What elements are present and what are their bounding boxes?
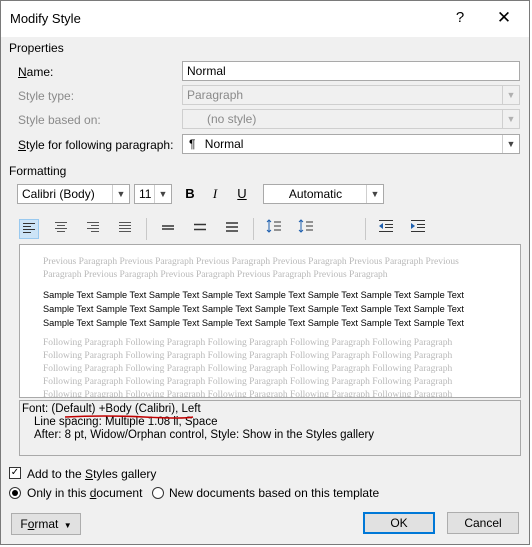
based-on-value: (no style)	[207, 112, 257, 126]
spacing-decrease-icon	[298, 219, 313, 233]
dialog-title: Modify Style	[10, 11, 81, 26]
increase-indent-button[interactable]	[408, 219, 428, 239]
name-label: Name:	[18, 65, 54, 79]
new-documents-radio[interactable]	[152, 487, 164, 499]
chevron-down-icon: ▼	[366, 185, 383, 203]
toolbar-divider	[146, 218, 147, 240]
chevron-down-icon: ▼	[502, 86, 519, 104]
style-preview: Previous Paragraph Previous Paragraph Pr…	[19, 244, 521, 398]
single-spacing-button[interactable]	[158, 219, 178, 239]
outdent-icon	[379, 220, 393, 232]
ok-button[interactable]: OK	[363, 512, 435, 534]
align-left-button[interactable]	[19, 219, 39, 239]
preview-previous-paragraph: Previous Paragraph Previous Paragraph Pr…	[43, 257, 459, 280]
format-menu-button[interactable]: Format ▼	[11, 513, 81, 535]
align-center-button[interactable]	[51, 219, 71, 239]
style-type-value: Paragraph	[187, 88, 244, 102]
title-bar: Modify Style ? ✕	[1, 1, 529, 37]
chevron-down-icon: ▼	[502, 135, 519, 153]
caret-down-icon: ▼	[63, 521, 72, 530]
font-size-value: 11	[139, 187, 152, 201]
close-button[interactable]: ✕	[494, 8, 514, 28]
font-color-value: Automatic	[288, 187, 343, 201]
bold-button[interactable]: B	[180, 184, 200, 204]
preview-following-paragraph: Following Paragraph Following Paragraph …	[43, 338, 453, 398]
style-description: Font: (Default) +Body (Calibri), Left Li…	[19, 400, 521, 456]
font-name-select[interactable]: Calibri (Body) ▼	[17, 184, 130, 204]
font-size-select[interactable]: 11 ▼	[134, 184, 172, 204]
format-button-label: Format	[20, 517, 59, 531]
description-line-after: After: 8 pt, Widow/Orphan control, Style…	[34, 429, 375, 441]
cancel-button[interactable]: Cancel	[447, 512, 519, 534]
align-right-icon	[87, 222, 99, 232]
radio-selected-dot	[12, 490, 18, 496]
based-on-select[interactable]: (no style) ▼	[182, 109, 520, 129]
justify-icon	[119, 222, 131, 232]
based-on-label: Style based on:	[18, 113, 101, 127]
following-paragraph-value: Normal	[204, 137, 244, 151]
preview-sample-text: Sample Text Sample Text Sample Text Samp…	[43, 290, 464, 328]
formatting-heading: Formatting	[9, 164, 67, 178]
increase-paragraph-spacing-button[interactable]	[264, 219, 284, 239]
annotation-underline	[64, 415, 194, 419]
align-right-button[interactable]	[83, 219, 103, 239]
following-paragraph-label: Style for following paragraph:	[18, 138, 174, 152]
font-name-value: Calibri (Body)	[22, 187, 95, 201]
properties-heading: Properties	[9, 41, 64, 55]
only-this-document-radio[interactable]	[9, 487, 21, 499]
italic-button[interactable]: I	[205, 184, 225, 204]
chevron-down-icon: ▼	[112, 185, 129, 203]
align-left-icon	[23, 223, 35, 233]
underline-button[interactable]: U	[232, 184, 252, 204]
font-color-select[interactable]: Automatic ▼	[263, 184, 384, 204]
new-documents-label: New documents based on this template	[169, 486, 380, 500]
add-to-gallery-label: Add to the Styles gallery	[27, 467, 157, 481]
help-button[interactable]: ?	[450, 8, 470, 28]
chevron-down-icon: ▼	[502, 110, 519, 128]
style-type-select[interactable]: Paragraph ▼	[182, 85, 520, 105]
double-spacing-button[interactable]	[222, 219, 242, 239]
decrease-paragraph-spacing-button[interactable]	[296, 219, 316, 239]
align-center-icon	[55, 222, 67, 232]
indent-icon	[411, 220, 425, 232]
name-input[interactable]: Normal	[182, 61, 520, 81]
spacing-increase-icon	[266, 219, 281, 233]
one-half-spacing-button[interactable]	[190, 219, 210, 239]
pilcrow-icon: ¶	[189, 137, 196, 151]
following-paragraph-select[interactable]: ¶ Normal ▼	[182, 134, 520, 154]
single-spacing-icon	[162, 225, 174, 230]
only-this-document-label: Only in this document	[27, 486, 143, 500]
modify-style-dialog: Modify Style ? ✕ Properties Name: Normal…	[0, 0, 530, 545]
style-type-label: Style type:	[18, 89, 75, 103]
toolbar-divider	[365, 218, 366, 240]
chevron-down-icon: ▼	[154, 185, 171, 203]
double-spacing-icon	[226, 222, 238, 232]
toolbar-divider	[253, 218, 254, 240]
justify-button[interactable]	[115, 219, 135, 239]
add-to-gallery-checkbox[interactable]: ✓	[9, 467, 21, 479]
decrease-indent-button[interactable]	[376, 219, 396, 239]
one-half-spacing-icon	[194, 223, 206, 231]
